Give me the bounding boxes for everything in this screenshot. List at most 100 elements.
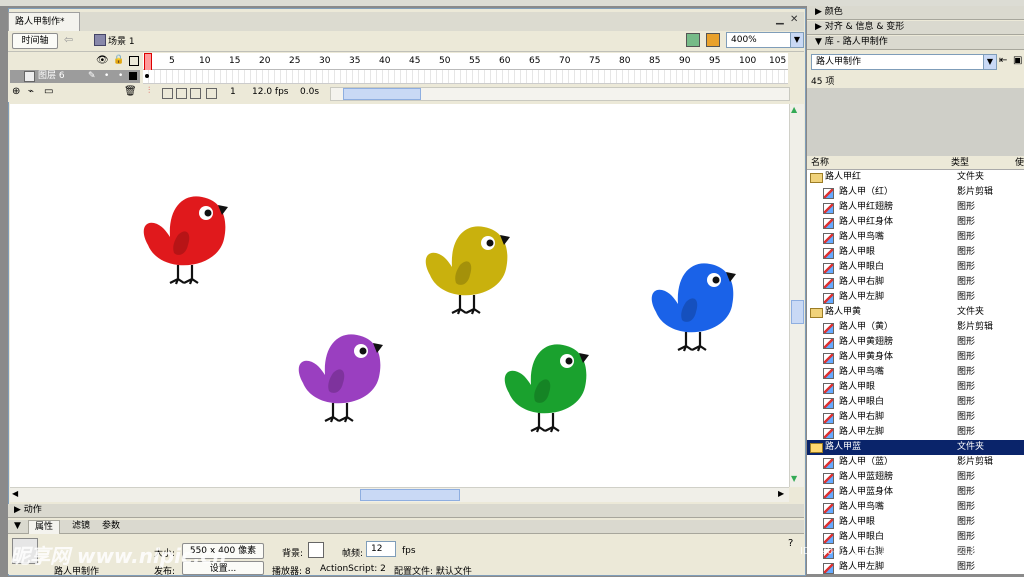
bird-yellow[interactable] [424, 225, 512, 316]
library-item-name: 路人甲红翅膀 [839, 202, 894, 212]
frame-row[interactable] [143, 70, 788, 84]
document-tab[interactable]: 路人甲制作* [8, 12, 80, 31]
outline-icon[interactable] [129, 56, 139, 66]
library-item[interactable]: 路人甲（红） 影片剪辑 [807, 185, 1024, 200]
library-item[interactable]: 路人甲蓝翅膀 图形 [807, 470, 1024, 485]
library-dropdown[interactable]: 路人甲制作 [811, 54, 987, 70]
layer-name[interactable]: 图层 6 [38, 70, 65, 83]
eye-icon[interactable]: 👁 [96, 55, 109, 66]
onion-skin-icon[interactable] [162, 88, 173, 99]
stage-vscroll-thumb[interactable] [791, 300, 804, 324]
library-item[interactable]: 路人甲眼白 图形 [807, 260, 1024, 275]
new-library-icon[interactable]: ▣ [1013, 55, 1022, 66]
library-item[interactable]: 路人甲鸟嘴 图形 [807, 365, 1024, 380]
onion-outline-icon[interactable] [176, 88, 187, 99]
library-item[interactable]: 路人甲红身体 图形 [807, 215, 1024, 230]
library-item[interactable]: 路人甲眼白 图形 [807, 530, 1024, 545]
column-type[interactable]: 类型 [951, 157, 969, 169]
library-item[interactable]: 路人甲（黄） 影片剪辑 [807, 320, 1024, 335]
pin-icon[interactable]: ⇤ [999, 55, 1007, 66]
timeline-button[interactable]: 时间轴 [12, 33, 58, 49]
library-folder[interactable]: 路人甲蓝 文件夹 [807, 440, 1024, 455]
scroll-up-icon[interactable]: ▲ [791, 105, 797, 114]
bird-blue[interactable] [650, 262, 738, 353]
library-item-name: 路人甲蓝翅膀 [839, 472, 894, 482]
collapse-arrow-icon[interactable]: ▼ [8, 521, 21, 531]
timeline-scroll-thumb[interactable] [343, 88, 421, 100]
library-item[interactable]: 路人甲鸟嘴 图形 [807, 230, 1024, 245]
edit-multiple-icon[interactable] [190, 88, 201, 99]
color-panel-header[interactable]: ▶ 颜色 [807, 6, 1024, 20]
layer-color-icon[interactable] [129, 72, 137, 80]
timeline-hscroll[interactable] [330, 87, 790, 101]
stage[interactable] [10, 104, 789, 487]
bird-red[interactable] [142, 195, 230, 286]
keyframe-icon[interactable] [145, 74, 149, 78]
visibility-dot-icon[interactable]: • [104, 70, 109, 83]
timeline-ruler[interactable]: 1510152025303540455055606570758085909510… [143, 53, 788, 70]
symbol-icon [823, 503, 834, 514]
bird-purple[interactable] [297, 333, 385, 424]
chevron-down-icon[interactable]: ▼ [790, 32, 804, 48]
back-arrow-icon[interactable]: ⇦ [64, 33, 73, 46]
center-frame-icon[interactable]: ⫶ [148, 86, 150, 96]
library-item[interactable]: 路人甲黄身体 图形 [807, 350, 1024, 365]
column-name[interactable]: 名称 [811, 157, 829, 169]
minimize-icon[interactable]: ▁ [776, 14, 784, 25]
library-panel-header[interactable]: ▼ 库 - 路人甲制作 [807, 36, 1024, 50]
library-item[interactable]: 路人甲眼 图形 [807, 380, 1024, 395]
help-icon[interactable]: ? [788, 538, 793, 549]
stage-hscroll-thumb[interactable] [360, 489, 460, 501]
tab-properties[interactable]: 属性 [28, 520, 61, 534]
library-list[interactable]: 路人甲红 文件夹 路人甲（红） 影片剪辑 路人甲红翅膀 图形 路人甲红身体 图形 路人甲鸟嘴 图形… [807, 170, 1024, 574]
library-item[interactable]: 路人甲红翅膀 图形 [807, 200, 1024, 215]
playhead[interactable] [144, 53, 152, 71]
scroll-down-icon[interactable]: ▼ [791, 474, 797, 483]
library-item[interactable]: 路人甲右脚 图形 [807, 410, 1024, 425]
lock-dot-icon[interactable]: • [118, 70, 123, 83]
tab-filters[interactable]: 滤镜 [68, 520, 94, 533]
lock-icon[interactable]: 🔒 [113, 55, 124, 65]
add-layer-icon[interactable]: ⊕ [12, 86, 20, 97]
library-item[interactable]: 路人甲左脚 图形 [807, 560, 1024, 574]
library-item-type: 图形 [957, 232, 976, 242]
add-guide-icon[interactable]: ⌁ [28, 86, 34, 97]
library-folder[interactable]: 路人甲红 文件夹 [807, 170, 1024, 185]
library-folder[interactable]: 路人甲黄 文件夹 [807, 305, 1024, 320]
library-item[interactable]: 路人甲黄翅膀 图形 [807, 335, 1024, 350]
zoom-select[interactable]: 400% [726, 32, 794, 48]
right-panel-dock: ▶ 颜色 ▶ 对齐 & 信息 & 变形 ▼ 库 - 路人甲制作 路人甲制作 ▼ … [806, 6, 1024, 574]
library-item[interactable]: 路人甲鸟嘴 图形 [807, 500, 1024, 515]
actions-panel-header[interactable]: ▶ 动作 [8, 504, 804, 518]
bird-green[interactable] [503, 343, 591, 434]
add-folder-icon[interactable]: ▭ [44, 86, 53, 97]
fps-input[interactable]: 12 [366, 541, 396, 557]
close-icon[interactable]: ✕ [790, 14, 798, 25]
document-tab-strip [8, 12, 804, 32]
layer-row[interactable]: 图层 6 ✎ • • [10, 70, 140, 83]
ruler-number: 10 [199, 56, 211, 66]
scroll-left-icon[interactable]: ◀ [12, 489, 18, 498]
scroll-right-icon[interactable]: ▶ [778, 489, 784, 498]
library-item[interactable]: 路人甲（蓝） 影片剪辑 [807, 455, 1024, 470]
onion-markers-icon[interactable] [206, 88, 217, 99]
library-item-type: 图形 [957, 277, 976, 287]
background-color-swatch[interactable] [308, 542, 324, 558]
library-chevron-icon[interactable]: ▼ [983, 54, 997, 70]
stage-hscroll[interactable]: ◀ ▶ [10, 487, 789, 502]
edit-scene-icon[interactable] [686, 33, 700, 47]
library-item[interactable]: 路人甲眼 图形 [807, 515, 1024, 530]
align-panel-header[interactable]: ▶ 对齐 & 信息 & 变形 [807, 21, 1024, 35]
library-item[interactable]: 路人甲眼白 图形 [807, 395, 1024, 410]
library-item[interactable]: 路人甲左脚 图形 [807, 425, 1024, 440]
library-item[interactable]: 路人甲左脚 图形 [807, 290, 1024, 305]
scene-label[interactable]: 场景 1 [108, 34, 135, 47]
library-item[interactable]: 路人甲右脚 图形 [807, 275, 1024, 290]
column-use[interactable]: 使 [1015, 157, 1024, 169]
library-item[interactable]: 路人甲蓝身体 图形 [807, 485, 1024, 500]
library-item[interactable]: 路人甲眼 图形 [807, 245, 1024, 260]
delete-layer-icon[interactable]: 🗑 [124, 86, 137, 97]
tab-parameters[interactable]: 参数 [98, 520, 124, 533]
stage-vscroll[interactable]: ▲ ▼ [789, 104, 804, 487]
edit-symbol-icon[interactable] [706, 33, 720, 47]
